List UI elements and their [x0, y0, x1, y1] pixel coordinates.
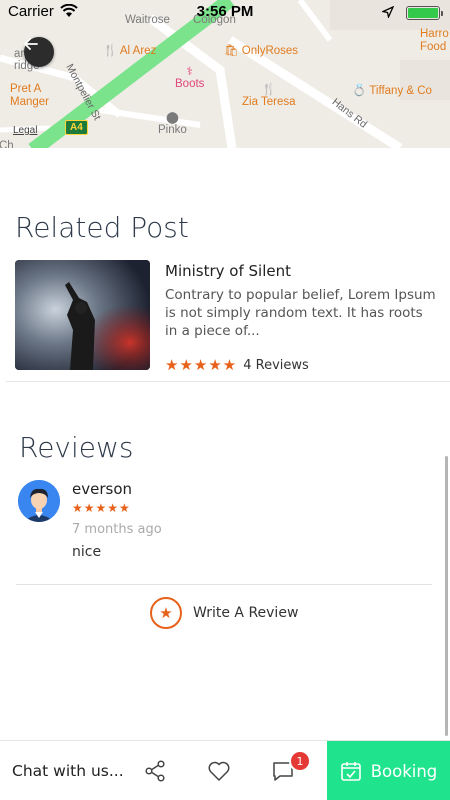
avatar — [18, 480, 60, 522]
post-excerpt: Contrary to popular belief, Lorem Ipsum … — [165, 287, 436, 339]
scrollbar[interactable] — [445, 456, 448, 736]
map-poi-boots[interactable]: ⚕ Boots — [175, 64, 204, 90]
related-post-card[interactable]: Ministry of Silent Contrary to popular b… — [15, 260, 436, 374]
related-post-heading: Related Post — [15, 211, 189, 244]
chat-with-us-button[interactable]: Chat with us... — [12, 762, 124, 780]
map-poi-tiffany[interactable]: 💍 Tiffany & Co — [352, 83, 432, 97]
review-text: nice — [72, 544, 102, 560]
review-item: everson ★★★★★ 7 months ago nice — [18, 480, 438, 580]
battery-icon — [406, 6, 443, 20]
map-poi-harrods[interactable]: Harro Food — [420, 28, 449, 54]
review-date: 7 months ago — [72, 522, 162, 537]
map-poi-pret[interactable]: Pret A Manger — [10, 83, 49, 109]
write-review-button[interactable]: ★ Write A Review — [150, 596, 298, 630]
reviews-heading: Reviews — [19, 431, 134, 464]
bottom-action-bar: Chat with us... 1 Booking — [0, 740, 450, 800]
status-bar: Carrier 3:56 PM — [0, 0, 450, 24]
post-title[interactable]: Ministry of Silent — [165, 262, 291, 280]
map-label-ch: Ch — [0, 140, 14, 148]
notification-badge: 1 — [289, 750, 311, 772]
map-legal-link[interactable]: Legal — [13, 125, 37, 136]
calendar-check-icon — [340, 760, 362, 782]
location-arrow-icon — [380, 5, 395, 22]
booking-button[interactable]: Booking — [327, 741, 450, 800]
post-rating: ★★★★★ 4 Reviews — [165, 356, 309, 374]
booking-label: Booking — [370, 761, 438, 781]
map-poi-onlyroses[interactable]: 🛍 OnlyRoses — [224, 43, 298, 57]
reviewer-name: everson — [72, 480, 132, 498]
heart-icon[interactable] — [206, 758, 232, 784]
post-thumbnail — [15, 260, 150, 370]
review-count: 4 Reviews — [243, 357, 309, 373]
map-poi-pinko[interactable]: ⬤ Pinko — [158, 110, 187, 136]
write-review-label: Write A Review — [193, 605, 299, 621]
divider — [6, 381, 450, 382]
review-stars: ★★★★★ — [72, 501, 131, 515]
map-poi-al-arez[interactable]: 🍴 Al Arez — [103, 43, 156, 57]
divider — [16, 584, 432, 585]
road-badge-a4: A4 — [65, 120, 88, 135]
back-button[interactable] — [24, 37, 54, 67]
share-icon[interactable] — [142, 758, 168, 784]
rating-stars: ★★★★★ — [165, 356, 238, 374]
map-poi-zia-teresa[interactable]: 🍴 Zia Teresa — [242, 82, 295, 108]
star-icon: ★ — [150, 597, 182, 629]
